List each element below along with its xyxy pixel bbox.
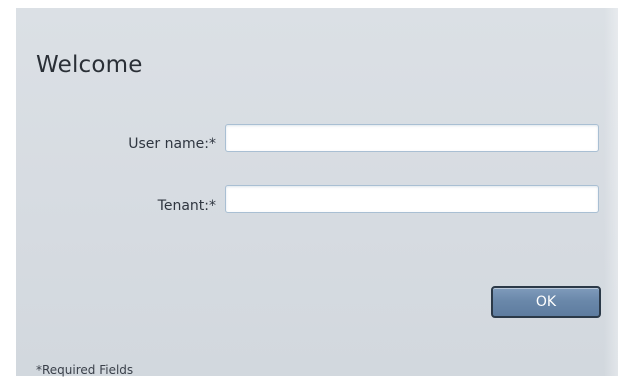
ok-button[interactable]: OK [491, 286, 601, 318]
required-fields-note: *Required Fields [36, 363, 134, 377]
username-label: User name:* [128, 136, 216, 152]
login-dialog: Welcome User name:* Tenant:* OK *Require… [16, 8, 618, 377]
tenant-input[interactable] [225, 185, 599, 213]
username-input[interactable] [225, 124, 599, 152]
dialog-title: Welcome [36, 52, 143, 78]
tenant-label: Tenant:* [157, 198, 216, 214]
